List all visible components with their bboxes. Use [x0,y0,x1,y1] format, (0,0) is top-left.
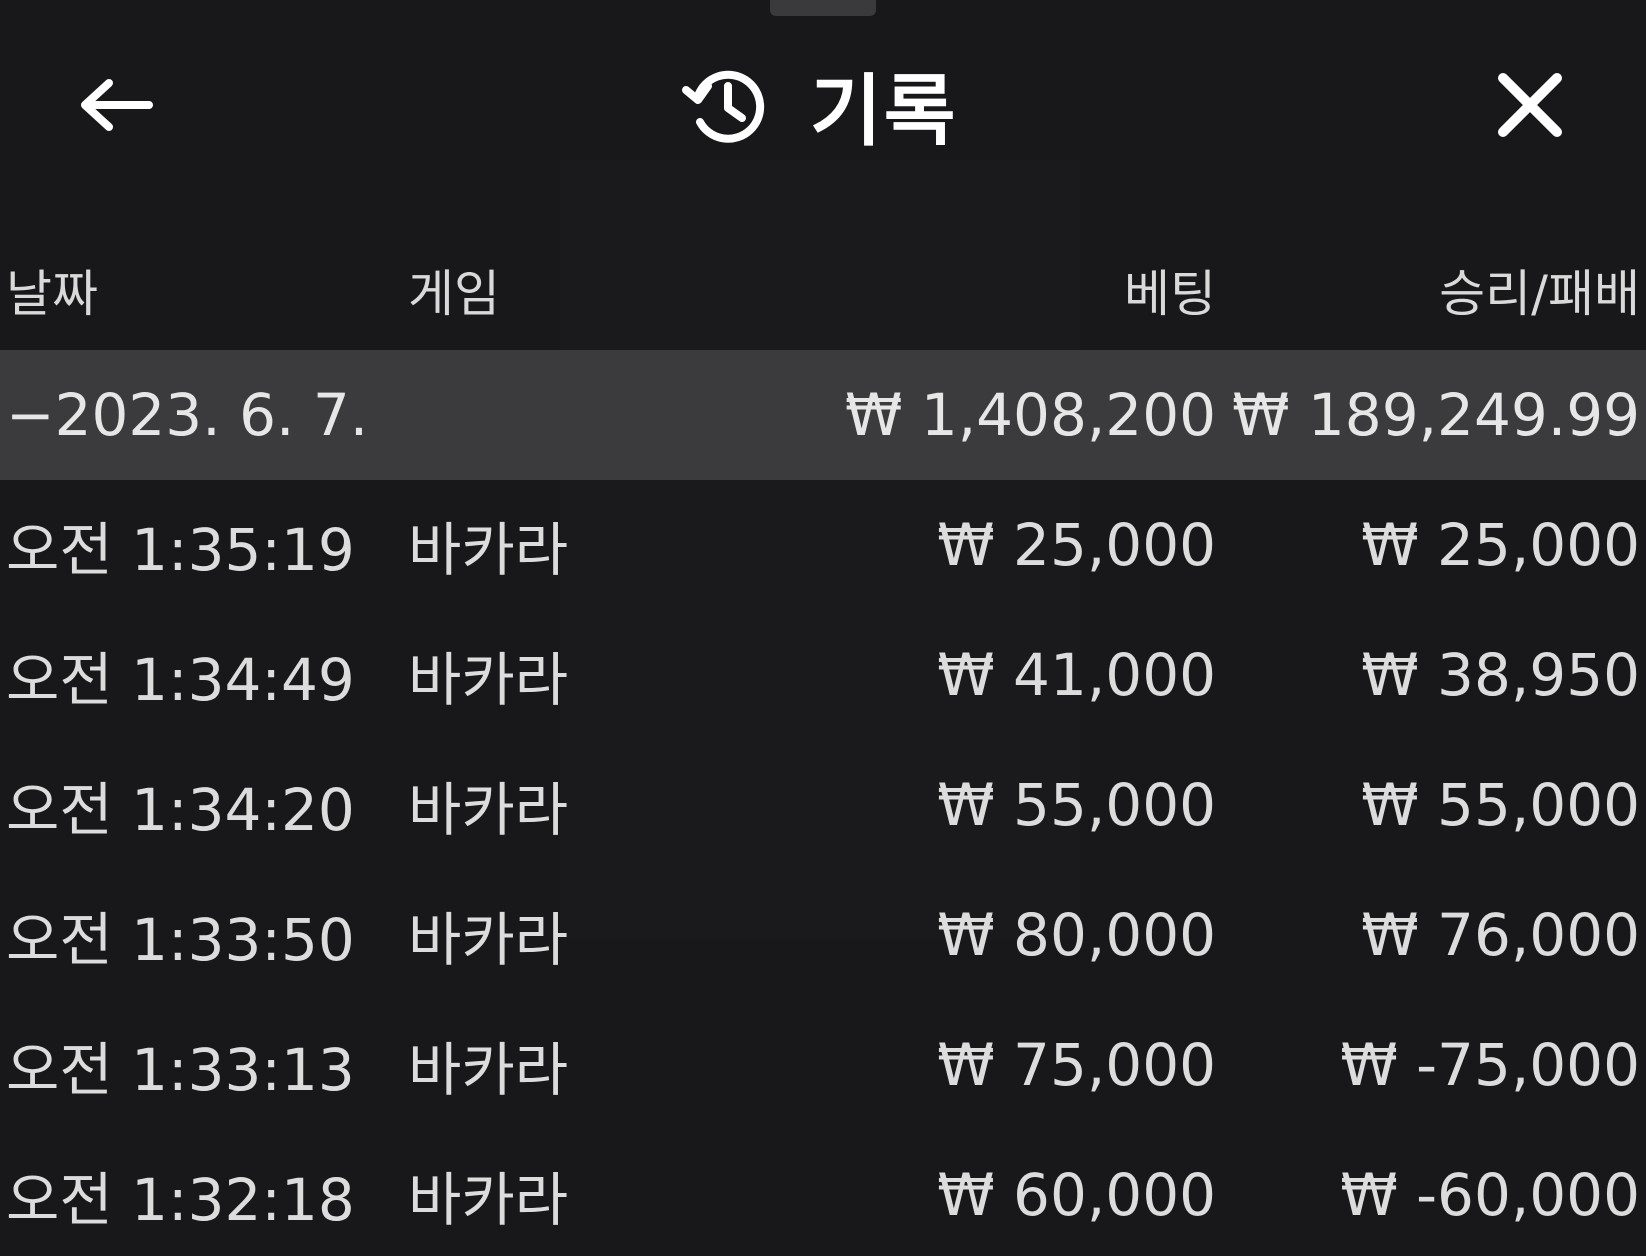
history-clock-icon [682,70,765,143]
row-time: 오전 1:34:20 [6,776,355,844]
row-game: 바카라 [408,906,569,974]
column-header-result: 승리/패배 [1439,265,1640,323]
table-row[interactable]: 오전 1:33:13 바카라 ₩ 75,000 ₩ -75,000 [0,1000,1646,1130]
row-game: 바카라 [408,516,569,584]
row-game: 바카라 [408,1166,569,1234]
close-button[interactable] [1485,60,1575,150]
history-panel: 기록 날짜 게임 베팅 승리/패배 −2023. 6. 7. ₩ 1,408,2… [0,0,1646,1256]
row-game: 바카라 [408,776,569,844]
row-bet: ₩ 55,000 [937,771,1216,839]
row-result: ₩ -75,000 [1340,1031,1640,1099]
close-icon [1498,73,1562,137]
row-bet: ₩ 80,000 [937,901,1216,969]
row-bet: ₩ 41,000 [937,641,1216,709]
table-row[interactable]: 오전 1:34:20 바카라 ₩ 55,000 ₩ 55,000 [0,740,1646,870]
row-time: 오전 1:33:13 [6,1036,355,1104]
row-result: ₩ 55,000 [1361,771,1640,839]
group-date: −2023. 6. 7. [6,381,369,449]
table-row[interactable]: 오전 1:35:19 바카라 ₩ 25,000 ₩ 25,000 [0,480,1646,610]
date-group-row[interactable]: −2023. 6. 7. ₩ 1,408,200 ₩ 189,249.99 [0,350,1646,480]
table-row[interactable]: 오전 1:32:18 바카라 ₩ 60,000 ₩ -60,000 [0,1130,1646,1256]
row-bet: ₩ 25,000 [937,511,1216,579]
column-header-date: 날짜 [6,265,98,323]
title-group: 기록 [680,50,958,160]
table-row[interactable]: 오전 1:34:49 바카라 ₩ 41,000 ₩ 38,950 [0,610,1646,740]
row-result: ₩ 25,000 [1361,511,1640,579]
row-time: 오전 1:33:50 [6,906,355,974]
table-row[interactable]: 오전 1:33:50 바카라 ₩ 80,000 ₩ 76,000 [0,870,1646,1000]
table-header-row: 날짜 게임 베팅 승리/패배 [0,230,1646,350]
group-total-bet: ₩ 1,408,200 [845,381,1216,449]
header: 기록 [0,40,1646,170]
row-time: 오전 1:35:19 [6,516,355,584]
history-table: 날짜 게임 베팅 승리/패배 −2023. 6. 7. ₩ 1,408,200 … [0,230,1646,1256]
column-header-game: 게임 [408,265,500,323]
row-game: 바카라 [408,1036,569,1104]
row-result: ₩ 76,000 [1361,901,1640,969]
row-bet: ₩ 75,000 [937,1031,1216,1099]
row-result: ₩ 38,950 [1361,641,1640,709]
row-time: 오전 1:32:18 [6,1166,355,1234]
back-button[interactable] [70,60,160,150]
row-result: ₩ -60,000 [1340,1161,1640,1229]
arrow-left-icon [81,79,153,131]
group-total-result: ₩ 189,249.99 [1232,381,1640,449]
row-bet: ₩ 60,000 [937,1161,1216,1229]
column-header-bet: 베팅 [1124,265,1216,323]
drag-handle[interactable] [770,0,876,16]
row-game: 바카라 [408,646,569,714]
page-title: 기록 [810,67,958,157]
row-time: 오전 1:34:49 [6,646,355,714]
